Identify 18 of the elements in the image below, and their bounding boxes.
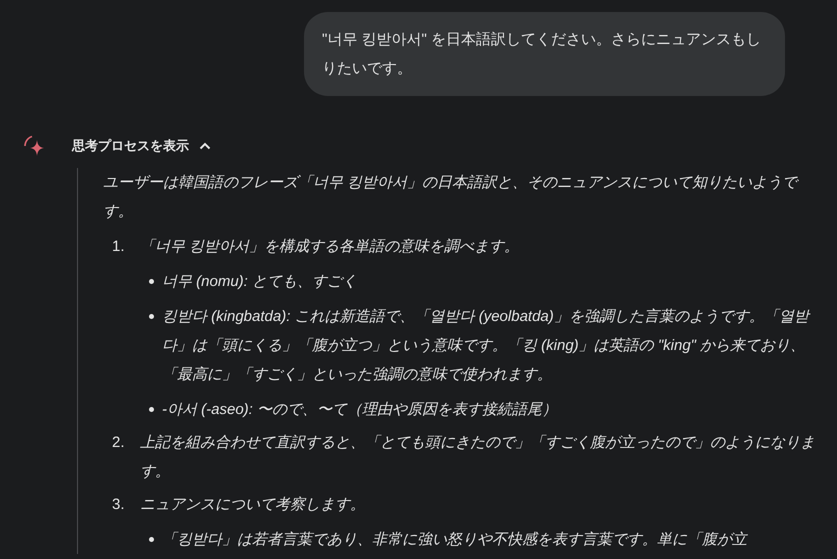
bullet-text: 「킹받다」は若者言葉であり、非常に強い怒りや不快感を表す言葉です。単に「腹が立: [162, 530, 749, 550]
bullet-text: 킹받다 (kingbatda): これは新造語で、「열받다 (yeolbatda)」を強調した言葉のようです。「열받다」は「頭にくる」「腹が立つ」という意味です。「킹 (king)」は英語の "king" から来ており、「最高に」「すごく」といった強調の意味で使われます。: [162, 307, 812, 385]
step-text: 「너무 킹받아서」を構成する各単語の意味を調べます。: [140, 237, 520, 257]
user-message: "너무 킹받아서" を日本語訳してください。さらにニュアンスもしりたいです。: [304, 12, 785, 96]
bullet-icon: [148, 407, 154, 412]
bullet-icon: [148, 279, 154, 284]
bullet-text: -아서 (-aseo): 〜ので、〜て（理由や原因を表す接続語尾）: [162, 400, 558, 420]
list-number: 3.: [111, 495, 126, 515]
step-text: 上記を組み合わせて直訳すると、「とても頭にきたので」「すごく腹が立ったので」のようになります。: [140, 433, 816, 482]
thought-text: ユーザーは韓国語のフレーズ「너무 킹받아서」の日本語訳と、そのニュアンスについて知りたいようです。: [103, 173, 800, 222]
list-number: 1.: [111, 237, 126, 257]
bullet-text: 너무 (nomu): とても、すごく: [162, 272, 358, 292]
chevron-icon: [199, 142, 211, 150]
list-number: 2.: [111, 433, 126, 453]
bullet-icon: [148, 314, 154, 319]
show-thinking-toggle[interactable]: 思考プロセスを表示: [72, 137, 211, 155]
bullet-icon: [148, 537, 154, 542]
step-text: ニュアンスについて考察します。: [140, 495, 366, 515]
